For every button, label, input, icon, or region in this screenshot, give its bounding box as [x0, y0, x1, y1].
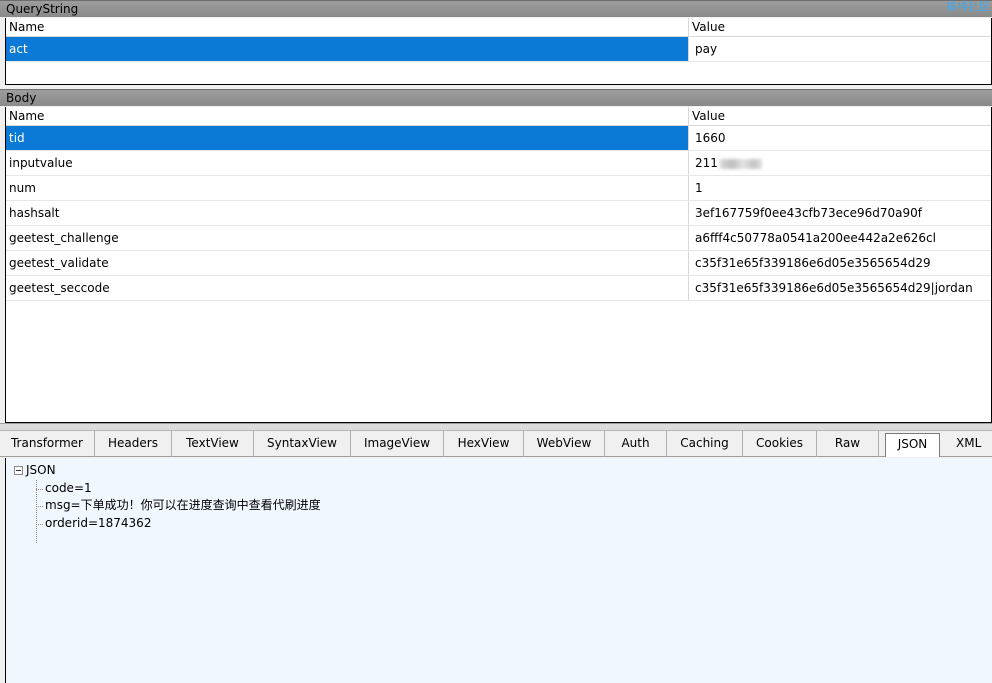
tab-headers[interactable]: Headers	[95, 431, 172, 457]
table-row[interactable]: act pay	[6, 37, 991, 62]
response-tab-bar: Transformer Headers TextView SyntaxView …	[0, 431, 992, 457]
cell-name: geetest_seccode	[6, 276, 689, 300]
body-section-header: Body	[0, 89, 992, 106]
column-header-name[interactable]: Name	[6, 107, 689, 125]
cell-value: a6fff4c50778a0541a200ee442a2e626cl	[695, 231, 936, 245]
table-row[interactable]: num 1	[6, 176, 991, 201]
redacted-blur	[719, 158, 762, 169]
tab-raw[interactable]: Raw	[817, 431, 879, 457]
tree-root[interactable]: JSON	[14, 462, 321, 480]
tab-xml[interactable]: XML	[946, 431, 990, 457]
table-row[interactable]: geetest_challenge a6fff4c50778a0541a200e…	[6, 226, 991, 251]
json-tree: JSON code=1 msg=下单成功！你可以在进度查询中查看代刷进度 ord…	[14, 462, 321, 542]
cell-value: 3ef167759f0ee43cfb73ece96d70a90f	[695, 206, 923, 220]
tree-root-label: JSON	[26, 463, 56, 477]
collapse-icon[interactable]	[14, 466, 23, 476]
tab-hexview[interactable]: HexView	[444, 431, 524, 457]
cell-value: c35f31e65f339186e6d05e3565654d29	[695, 256, 931, 270]
table-row[interactable]: geetest_seccode c35f31e65f339186e6d05e35…	[6, 276, 991, 301]
cell-value: 1660	[695, 131, 726, 145]
watermark: 搞棒社区	[946, 0, 990, 13]
tab-imageview[interactable]: ImageView	[351, 431, 444, 457]
tab-auth[interactable]: Auth	[605, 431, 667, 457]
cell-name: hashsalt	[6, 201, 689, 225]
column-header-value[interactable]: Value	[689, 18, 991, 36]
cell-name: geetest_challenge	[6, 226, 689, 250]
cell-name: act	[6, 37, 689, 61]
cell-value: pay	[695, 42, 718, 56]
tab-cookies[interactable]: Cookies	[743, 431, 817, 457]
cell-name: geetest_validate	[6, 251, 689, 275]
tree-node[interactable]: code=1	[36, 480, 321, 498]
tab-webview[interactable]: WebView	[524, 431, 605, 457]
grid-header: Name Value	[6, 107, 991, 126]
tree-children: code=1 msg=下单成功！你可以在进度查询中查看代刷进度 orderid=…	[36, 479, 321, 542]
cell-name: num	[6, 176, 689, 200]
table-row[interactable]: hashsalt 3ef167759f0ee43cfb73ece96d70a90…	[6, 201, 991, 226]
querystring-grid: Name Value act pay	[5, 18, 992, 85]
cell-value: 1	[695, 181, 703, 195]
pane-splitter[interactable]	[0, 423, 992, 431]
cell-name: tid	[6, 126, 689, 150]
cell-value: c35f31e65f339186e6d05e3565654d29|jordan	[695, 281, 973, 295]
tree-node[interactable]: msg=下单成功！你可以在进度查询中查看代刷进度	[36, 497, 321, 515]
body-title: Body	[6, 91, 37, 105]
cell-value-text: 211	[695, 156, 718, 170]
tab-json[interactable]: JSON	[885, 433, 940, 457]
querystring-title: QueryString	[6, 2, 79, 16]
table-row[interactable]: inputvalue 211	[6, 151, 991, 176]
table-row[interactable]: tid 1660	[6, 126, 991, 151]
column-header-name[interactable]: Name	[6, 18, 689, 36]
cell-value: 211	[689, 151, 991, 175]
tab-caching[interactable]: Caching	[667, 431, 743, 457]
cell-name: inputvalue	[6, 151, 689, 175]
body-grid: Name Value tid 1660 inputvalue 211 num 1…	[5, 107, 992, 423]
column-header-value[interactable]: Value	[689, 107, 991, 125]
tab-transformer[interactable]: Transformer	[0, 431, 95, 457]
querystring-section-header: QueryString	[0, 0, 992, 17]
json-tree-pane: JSON code=1 msg=下单成功！你可以在进度查询中查看代刷进度 ord…	[5, 458, 992, 683]
tab-textview[interactable]: TextView	[172, 431, 254, 457]
grid-header: Name Value	[6, 18, 991, 37]
tree-node[interactable]: orderid=1874362	[36, 515, 321, 533]
table-row[interactable]: geetest_validate c35f31e65f339186e6d05e3…	[6, 251, 991, 276]
tab-syntaxview[interactable]: SyntaxView	[254, 431, 351, 457]
